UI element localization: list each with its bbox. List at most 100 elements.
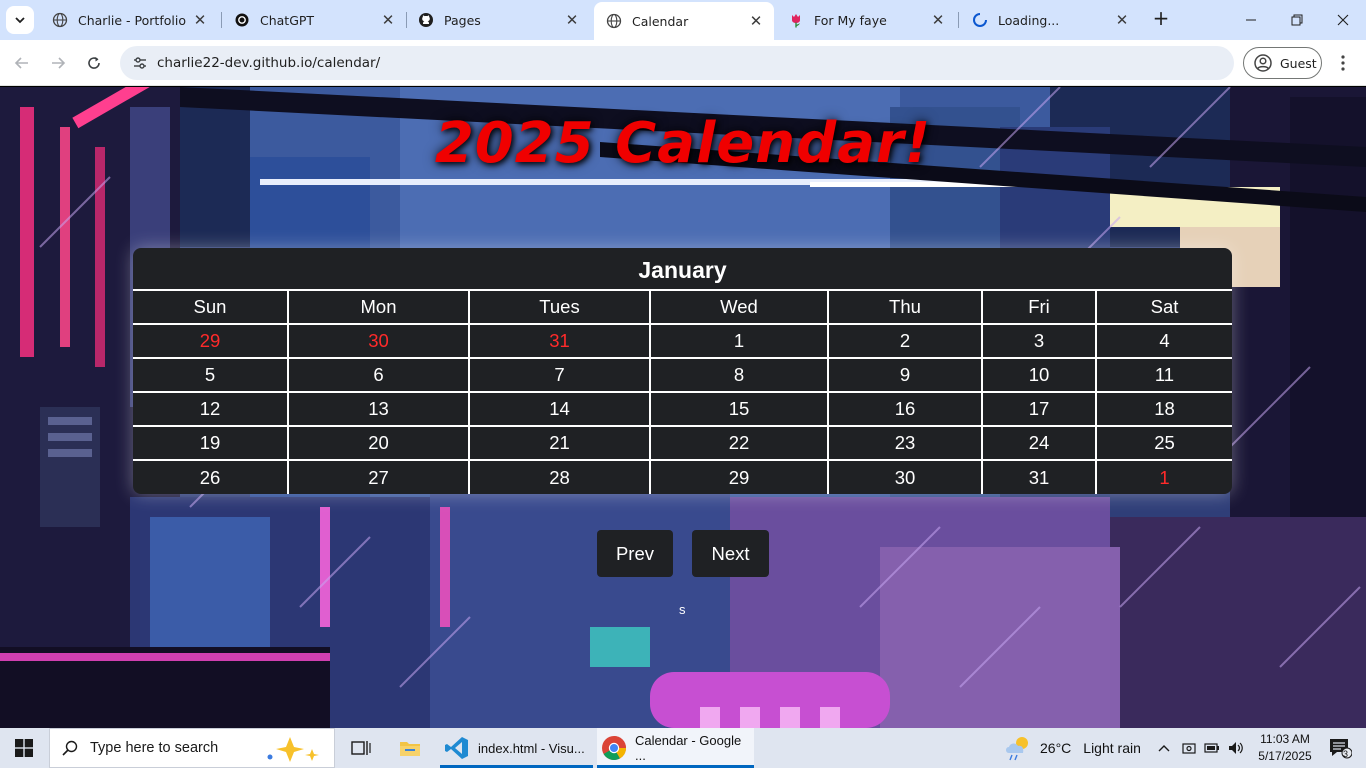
reload-button[interactable] — [80, 49, 108, 77]
site-settings-icon[interactable] — [132, 55, 148, 71]
arrow-left-icon — [14, 57, 28, 69]
day-cell[interactable]: 28 — [468, 459, 651, 494]
day-cell[interactable]: 25 — [1095, 425, 1232, 461]
tab-search-button[interactable] — [6, 6, 34, 34]
day-cell[interactable]: 6 — [287, 357, 470, 393]
chrome-icon — [602, 736, 626, 761]
close-icon[interactable]: ✕ — [380, 11, 396, 29]
day-cell[interactable]: 12 — [133, 391, 289, 427]
day-cell[interactable]: 2 — [827, 323, 983, 359]
start-button[interactable] — [0, 728, 48, 768]
tulip-icon — [788, 12, 804, 28]
tab-pages[interactable]: Pages ✕ — [406, 4, 590, 36]
new-tab-button[interactable]: + — [1150, 8, 1172, 30]
day-cell[interactable]: 15 — [649, 391, 829, 427]
day-cell[interactable]: 30 — [827, 459, 983, 494]
account-circle-icon — [1254, 54, 1272, 72]
day-cell[interactable]: 8 — [649, 357, 829, 393]
day-cell[interactable]: 19 — [133, 425, 289, 461]
month-title: January — [638, 257, 727, 283]
tab-calendar[interactable]: Calendar ✕ — [594, 2, 774, 40]
profile-button[interactable]: Guest — [1243, 47, 1322, 79]
close-icon[interactable]: ✕ — [564, 11, 580, 29]
weekday-header: Mon — [287, 289, 470, 325]
loading-spinner-icon — [972, 12, 988, 28]
close-window-button[interactable] — [1320, 0, 1366, 40]
close-icon[interactable]: ✕ — [930, 11, 946, 29]
globe-icon — [52, 12, 68, 28]
day-cell[interactable]: 13 — [287, 391, 470, 427]
vscode-icon — [445, 737, 468, 759]
week-row: 5 6 7 8 9 10 11 — [133, 357, 1232, 393]
day-cell[interactable]: 7 — [468, 357, 651, 393]
weekday-header: Sun — [133, 289, 289, 325]
stray-text: s — [679, 602, 686, 617]
day-cell[interactable]: 9 — [827, 357, 983, 393]
forward-button[interactable] — [44, 49, 72, 77]
next-month-button[interactable]: Next — [692, 530, 769, 577]
tab-loading[interactable]: Loading... ✕ — [960, 4, 1140, 36]
taskbar-search[interactable]: Type here to search — [49, 728, 335, 768]
day-cell[interactable]: 20 — [287, 425, 470, 461]
day-cell-other-month[interactable]: 29 — [133, 323, 289, 359]
reload-icon — [88, 57, 100, 69]
day-cell[interactable]: 4 — [1095, 323, 1232, 359]
day-cell[interactable]: 17 — [981, 391, 1097, 427]
tray-device-button[interactable] — [1180, 728, 1198, 768]
calendar: January Sun Mon Tues Wed Thu Fri Sat 29 3… — [133, 248, 1232, 494]
weather-temp: 26°C — [1040, 740, 1072, 756]
day-cell-other-month[interactable]: 1 — [1095, 459, 1232, 494]
folder-icon — [400, 742, 420, 756]
taskbar-clock[interactable]: 11:03 AM 5/17/2025 — [1254, 731, 1316, 765]
day-cell[interactable]: 14 — [468, 391, 651, 427]
day-cell[interactable]: 1 — [649, 323, 829, 359]
browser-toolbar: charlie22-dev.github.io/calendar/ Guest — [0, 40, 1366, 86]
battery-button[interactable] — [1202, 728, 1222, 768]
prev-month-button[interactable]: Prev — [597, 530, 673, 577]
day-cell[interactable]: 10 — [981, 357, 1097, 393]
address-bar[interactable]: charlie22-dev.github.io/calendar/ — [120, 46, 1234, 80]
tab-for-my-faye[interactable]: For My faye ✕ — [776, 4, 956, 36]
file-explorer-button[interactable] — [394, 728, 426, 768]
taskbar-app-vscode[interactable]: index.html - Visu... — [440, 728, 593, 768]
day-cell[interactable]: 24 — [981, 425, 1097, 461]
tab-charlie-portfolio[interactable]: Charlie - Portfolio ✕ — [40, 4, 218, 36]
taskbar-app-chrome[interactable]: Calendar - Google ... — [597, 728, 754, 768]
day-cell[interactable]: 21 — [468, 425, 651, 461]
restore-button[interactable] — [1274, 0, 1320, 40]
day-cell[interactable]: 31 — [981, 459, 1097, 494]
day-cell[interactable]: 5 — [133, 357, 289, 393]
day-cell-other-month[interactable]: 30 — [287, 323, 470, 359]
calendar-body: 29 30 31 1 2 3 4 5 6 7 8 9 10 11 12 13 14 15 16 17 18 19 20 21 2… — [133, 323, 1232, 494]
close-icon[interactable]: ✕ — [748, 12, 764, 30]
show-hidden-icons-button[interactable] — [1154, 728, 1174, 768]
tab-chatgpt[interactable]: ChatGPT ✕ — [222, 4, 406, 36]
day-cell[interactable]: 26 — [133, 459, 289, 494]
day-cell[interactable]: 16 — [827, 391, 983, 427]
day-cell[interactable]: 29 — [649, 459, 829, 494]
day-cell[interactable]: 22 — [649, 425, 829, 461]
volume-button[interactable] — [1226, 728, 1246, 768]
day-cell[interactable]: 23 — [827, 425, 983, 461]
close-icon[interactable]: ✕ — [192, 11, 208, 29]
close-icon — [1337, 14, 1349, 26]
weather-widget[interactable]: 26°C Light rain — [1004, 728, 1141, 768]
day-cell[interactable]: 27 — [287, 459, 470, 494]
minimize-button[interactable] — [1228, 0, 1274, 40]
weekday-header: Fri — [981, 289, 1097, 325]
browser-menu-button[interactable] — [1333, 51, 1353, 75]
notifications-button[interactable]: 3 — [1322, 728, 1358, 768]
chatgpt-icon — [234, 12, 250, 28]
close-icon[interactable]: ✕ — [1114, 11, 1130, 29]
weekday-header: Tues — [468, 289, 651, 325]
day-cell-other-month[interactable]: 31 — [468, 323, 651, 359]
back-button[interactable] — [8, 49, 36, 77]
tab-title: Loading... — [998, 12, 1060, 28]
chevron-up-icon — [1158, 745, 1170, 752]
day-cell[interactable]: 11 — [1095, 357, 1232, 393]
task-view-button[interactable] — [345, 728, 377, 768]
weekday-header: Thu — [827, 289, 983, 325]
day-cell[interactable]: 18 — [1095, 391, 1232, 427]
volume-icon — [1229, 742, 1243, 754]
day-cell[interactable]: 3 — [981, 323, 1097, 359]
